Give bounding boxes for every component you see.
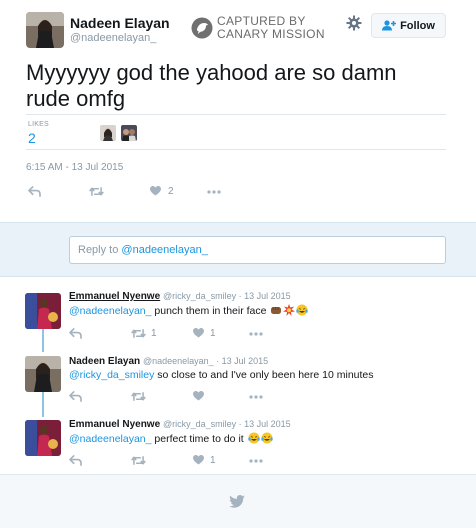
reply-input-prefix: Reply to [78,244,122,256]
reply-header: Nadeen Elayan @nadeenelayan_ · 13 Jul 20… [69,356,268,367]
fist-emoji-icon [270,305,282,319]
tweet-text: Myyyyyy god the yahood are so damn rude … [26,60,397,111]
retweet-icon[interactable] [89,186,104,197]
reply-text: @ricky_da_smiley so close to and I've on… [69,369,374,381]
reply-mention[interactable]: @nadeenelayan_ [69,305,151,317]
tears-of-joy-emoji-icon [296,304,309,319]
author-name[interactable]: Nadeen Elayan [70,15,170,31]
more-icon[interactable] [207,190,221,194]
reply-header: Emmanuel Nyenwe @ricky_da_smiley · 13 Ju… [69,419,291,430]
heart-icon[interactable] [193,391,204,401]
reply-thread: Emmanuel Nyenwe @ricky_da_smiley · 13 Ju… [0,278,476,474]
like-count: 1 [210,328,216,339]
reply-author-handle[interactable]: @ricky_da_smiley [163,419,236,429]
reply-author-name[interactable]: Emmanuel Nyenwe [69,291,160,302]
more-icon[interactable] [249,459,263,463]
reply-body: punch them in their face [151,305,267,317]
heart-icon[interactable] [193,455,204,465]
reply-icon[interactable] [69,328,82,339]
reply-icon[interactable] [69,455,82,466]
reply-author-handle[interactable]: @ricky_da_smiley [163,291,236,301]
gear-icon[interactable] [346,15,362,31]
reply-body: so close to and I've only been here 10 m… [154,369,374,381]
likes-count[interactable]: 2 [28,130,36,146]
reply-composer: Reply to @nadeenelayan_ [0,222,476,277]
heart-icon[interactable] [150,186,161,196]
tears-of-joy-emoji-icon [260,432,273,447]
reply-input[interactable]: Reply to @nadeenelayan_ [69,236,446,264]
separator: · [213,356,222,366]
tweet-timestamp[interactable]: 6:15 AM - 13 Jul 2015 [26,162,123,173]
thread-connector [42,392,44,417]
author-handle[interactable]: @nadeenelayan_ [70,32,156,44]
follow-button[interactable]: Follow [371,13,446,38]
watermark-line2: CANARY MISSION [217,27,325,41]
liker-avatar[interactable] [100,125,116,141]
reply-avatar[interactable] [25,293,61,329]
reply-mention[interactable]: @ricky_da_smiley [69,369,154,381]
more-icon[interactable] [249,332,263,336]
canary-mission-logo [191,17,213,39]
author-avatar[interactable] [26,12,64,48]
reply-date[interactable]: 13 Jul 2015 [222,356,269,366]
main-tweet: Nadeen Elayan @nadeenelayan_ CAPTURED BY… [0,0,476,222]
retweet-count: 1 [151,328,157,339]
tears-of-joy-emoji-icon [247,432,260,447]
follow-button-label: Follow [400,19,435,32]
heart-icon[interactable] [193,328,204,338]
canary-mission-watermark: CAPTURED BY CANARY MISSION [217,15,325,41]
reply-text: @nadeenelayan_ perfect time to do it [69,432,273,447]
reply-date[interactable]: 13 Jul 2015 [244,419,291,429]
separator: · [236,419,245,429]
likes-label: LIKES [28,121,49,128]
footer [0,474,476,528]
follow-person-icon [382,20,397,31]
reply-author-name[interactable]: Nadeen Elayan [69,356,140,367]
thread-connector [42,328,44,352]
retweet-icon[interactable] [131,455,146,466]
twitter-bird-icon[interactable] [229,495,245,508]
reply-text: @nadeenelayan_ punch them in their face [69,304,309,319]
retweet-icon[interactable] [131,391,146,402]
liker-avatar[interactable] [121,125,137,141]
like-count: 2 [168,186,174,197]
reply-header: Emmanuel Nyenwe @ricky_da_smiley · 13 Ju… [69,291,291,302]
reply-input-mention: @nadeenelayan_ [121,244,208,256]
more-icon[interactable] [249,395,263,399]
reply-date[interactable]: 13 Jul 2015 [244,291,291,301]
reply-author-name[interactable]: Emmanuel Nyenwe [69,419,160,430]
reply-icon[interactable] [69,391,82,402]
like-count: 1 [210,455,216,466]
reply-avatar[interactable] [25,356,61,392]
collision-emoji-icon [283,304,296,319]
reply-mention[interactable]: @nadeenelayan_ [69,433,151,445]
reply-author-handle[interactable]: @nadeenelayan_ [143,356,214,366]
reply-icon[interactable] [28,186,41,197]
tweet-stats: LIKES 2 [26,114,446,150]
reply-avatar[interactable] [25,420,61,456]
retweet-icon[interactable] [131,328,146,339]
reply-body: perfect time to do it [151,433,244,445]
separator: · [236,291,245,301]
